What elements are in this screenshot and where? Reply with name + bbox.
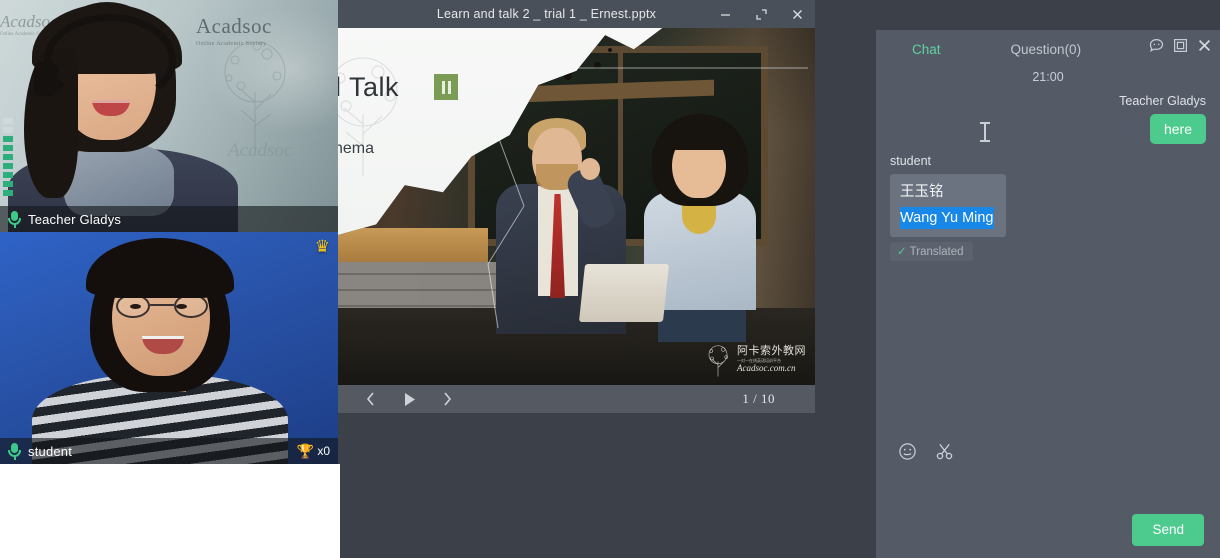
maximize-button[interactable] <box>743 0 779 28</box>
slide-watermark: 阿卡索外教网 一对一在线英语培训平台 Acadsoc.com.cn <box>703 341 809 379</box>
scissors-icon[interactable] <box>935 442 954 461</box>
teacher-name-label: Teacher Gladys <box>28 212 121 227</box>
chat-header: Chat Question(0) <box>876 30 1220 68</box>
message-incoming: student 王玉铭 Wang Yu Ming ✓Translated <box>890 154 1206 261</box>
message-outgoing: Teacher Gladys here <box>890 94 1206 144</box>
chat-message-list[interactable]: 21:00 Teacher Gladys here student 王玉铭 Wa… <box>876 70 1220 432</box>
student-name-label: student <box>28 444 72 459</box>
video-tile-teacher[interactable]: Acadsoc Online Academic Society Acadsoc … <box>0 0 338 232</box>
watermark-tagline: 一对一在线英语培训平台 <box>737 359 806 363</box>
teacher-tile-bar: Teacher Gladys <box>0 206 338 232</box>
app-root: Acadsoc Online Academic Society Acadsoc … <box>0 0 1220 558</box>
play-slideshow-button[interactable] <box>390 385 428 413</box>
slide-canvas[interactable]: d Talk nema <box>338 28 815 385</box>
watermark-tree-icon <box>703 343 733 377</box>
dock-window-icon[interactable] <box>1173 38 1188 53</box>
lower-backdrop <box>0 464 340 558</box>
next-slide-button[interactable] <box>428 385 466 413</box>
slide-title: d Talk <box>338 72 399 103</box>
slide-pause-button[interactable] <box>434 74 458 100</box>
chat-panel: Chat Question(0) <box>876 30 1220 558</box>
presentation-title-bar[interactable]: Learn and talk 2 _ trial 1 _ Ernest.pptx <box>338 0 815 28</box>
presentation-window: Learn and talk 2 _ trial 1 _ Ernest.pptx <box>338 0 815 413</box>
watermark-cn-label: 阿卡索外教网 <box>737 346 806 358</box>
check-icon: ✓ <box>897 246 907 258</box>
crown-icon: ♛ <box>315 238 330 255</box>
close-icon[interactable] <box>1197 38 1212 53</box>
translated-badge: ✓Translated <box>890 242 973 261</box>
minimize-button[interactable] <box>707 0 743 28</box>
message-translated-text: Wang Yu Ming <box>900 207 994 229</box>
message-sender-label: Teacher Gladys <box>890 94 1206 108</box>
send-button[interactable]: Send <box>1132 514 1204 546</box>
presentation-title: Learn and talk 2 _ trial 1 _ Ernest.pptx <box>338 7 707 21</box>
trophy-count-label: x0 <box>317 444 330 458</box>
teacher-person-graphic <box>18 8 233 232</box>
microphone-icon <box>8 443 21 460</box>
previous-slide-button[interactable] <box>352 385 390 413</box>
window-buttons <box>707 0 815 28</box>
speech-bubble-icon[interactable] <box>1149 38 1164 53</box>
student-tile-bar: student 🏆 x0 <box>0 438 338 464</box>
send-row: Send <box>1132 514 1204 546</box>
chat-input[interactable] <box>876 472 1220 512</box>
close-button[interactable] <box>779 0 815 28</box>
video-column: Acadsoc Online Academic Society Acadsoc … <box>0 0 338 464</box>
emoji-icon[interactable] <box>898 442 917 461</box>
trophy-counter: 🏆 x0 <box>297 444 330 458</box>
tab-chat[interactable]: Chat <box>900 40 953 60</box>
microphone-icon <box>8 211 21 228</box>
video-tile-student[interactable]: ♛ student 🏆 x0 <box>0 232 338 464</box>
chat-header-icons <box>1149 38 1212 53</box>
audio-level-meter <box>3 118 13 196</box>
student-person-graphic <box>66 238 281 464</box>
message-bubble-incoming[interactable]: 王玉铭 Wang Yu Ming <box>890 174 1006 237</box>
watermark-url: Acadsoc.com.cn <box>737 364 806 373</box>
translated-badge-label: Translated <box>910 246 964 258</box>
slide-page-indicator: 1 / 10 <box>742 391 801 407</box>
trophy-icon: 🏆 <box>297 444 314 458</box>
backdrop-brand-mid: Acadsoc <box>228 140 292 162</box>
slide-subtitle: nema <box>338 140 374 158</box>
chat-composer: Send <box>876 430 1220 558</box>
slide-controls: 1 / 10 <box>338 385 815 413</box>
text-cursor-icon <box>984 124 986 140</box>
message-sender-label: student <box>890 154 1206 168</box>
tab-question[interactable]: Question(0) <box>999 40 1094 60</box>
composer-toolbar <box>876 430 1220 472</box>
message-original-text: 王玉铭 <box>900 181 996 203</box>
message-bubble-outgoing[interactable]: here <box>1150 114 1206 144</box>
chat-timestamp: 21:00 <box>890 70 1206 84</box>
